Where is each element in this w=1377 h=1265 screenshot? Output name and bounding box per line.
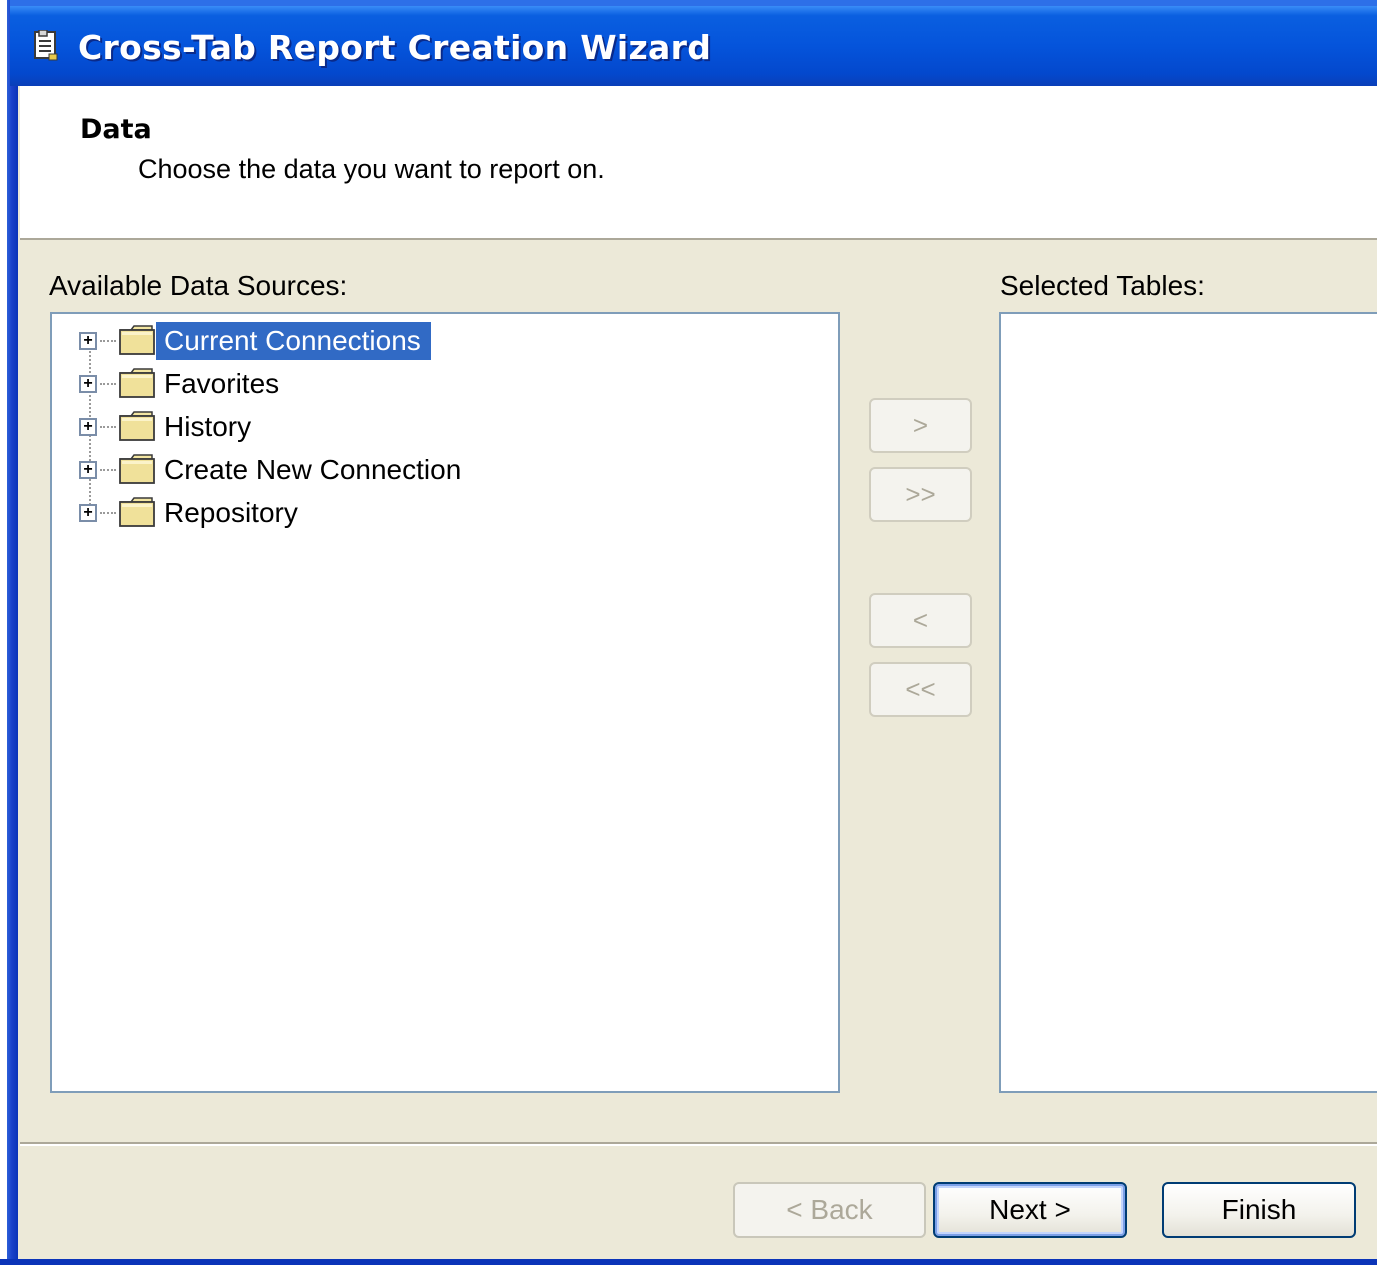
tree-item-label[interactable]: Favorites [156, 365, 289, 403]
wizard-window: Cross-Tab Report Creation Wizard Data Ch… [0, 0, 1377, 1265]
wizard-header: Data Choose the data you want to report … [20, 86, 1377, 240]
selected-tables-list[interactable] [999, 312, 1377, 1093]
available-sources-label: Available Data Sources: [49, 270, 348, 301]
tree-connector [100, 512, 116, 514]
remove-one-button[interactable]: < [869, 593, 972, 648]
folder-icon [119, 411, 155, 441]
tree-item[interactable]: + Current Connections [52, 320, 752, 360]
window-bottom-border [0, 1259, 1377, 1265]
finish-button[interactable]: Finish [1162, 1182, 1356, 1238]
tree-connector [100, 426, 116, 428]
folder-icon [119, 368, 155, 398]
folder-icon [119, 497, 155, 527]
add-all-button[interactable]: >> [869, 467, 972, 522]
tree-item-label[interactable]: Create New Connection [156, 451, 471, 489]
tree-item[interactable]: + Create New Connection [52, 449, 752, 489]
tree-item-label[interactable]: History [156, 408, 261, 446]
wizard-document-icon [34, 30, 58, 61]
page-subtitle: Choose the data you want to report on. [138, 154, 605, 184]
expand-icon[interactable]: + [79, 418, 97, 436]
tree-connector [100, 340, 116, 342]
folder-icon [119, 454, 155, 484]
tree-item-label[interactable]: Repository [156, 494, 308, 532]
tree-item[interactable]: + Repository [52, 492, 752, 532]
tree-item-label[interactable]: Current Connections [156, 322, 431, 360]
tree-connector [100, 469, 116, 471]
add-one-button[interactable]: > [869, 398, 972, 453]
expand-icon[interactable]: + [79, 504, 97, 522]
footer-divider [20, 1142, 1377, 1146]
title-bar[interactable]: Cross-Tab Report Creation Wizard [10, 0, 1377, 86]
expand-icon[interactable]: + [79, 461, 97, 479]
next-button[interactable]: Next > [933, 1182, 1127, 1238]
selected-tables-label: Selected Tables: [1000, 270, 1205, 301]
tree-item[interactable]: + Favorites [52, 363, 752, 403]
folder-icon [119, 325, 155, 355]
window-left-border [0, 0, 18, 1265]
expand-icon[interactable]: + [79, 332, 97, 350]
remove-all-button[interactable]: << [869, 662, 972, 717]
available-sources-tree[interactable]: + Current Connections + Favorites + History + C… [50, 312, 840, 1093]
page-title: Data [80, 114, 152, 145]
tree-item[interactable]: + History [52, 406, 752, 446]
window-title: Cross-Tab Report Creation Wizard [78, 28, 712, 67]
tree-connector [100, 383, 116, 385]
back-button[interactable]: < Back [733, 1182, 926, 1238]
expand-icon[interactable]: + [79, 375, 97, 393]
